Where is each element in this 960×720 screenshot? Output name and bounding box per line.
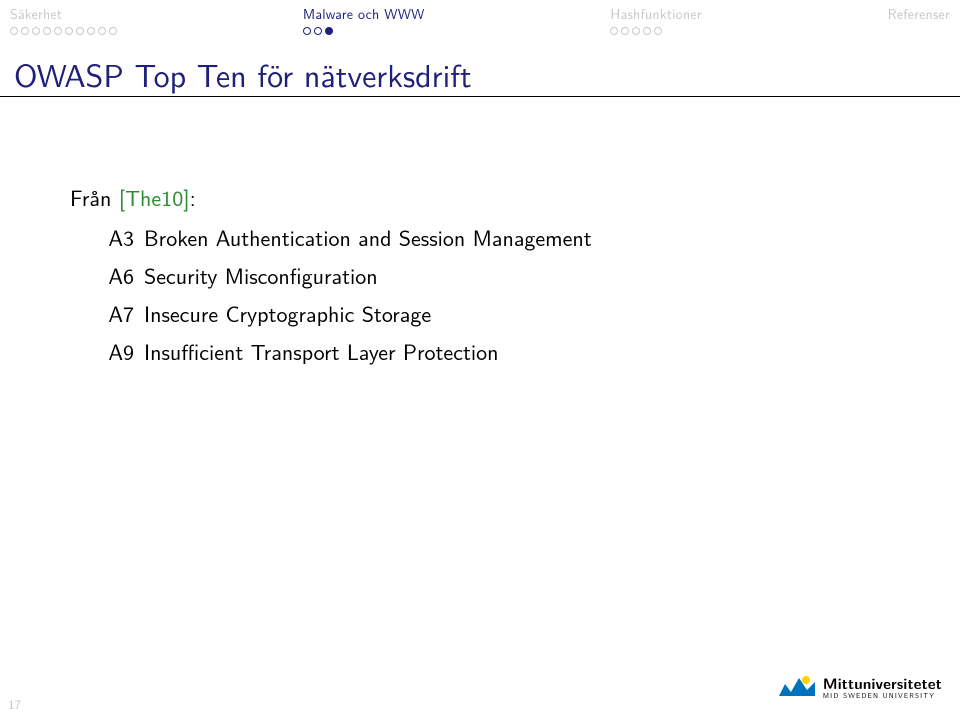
progress-dot[interactable]	[303, 27, 311, 35]
nav-label: Referenser	[888, 4, 950, 24]
item-key: A6	[70, 258, 144, 292]
progress-dot[interactable]	[43, 27, 51, 35]
nav-section-hash[interactable]: Hashfunktioner	[610, 4, 701, 35]
nav-progress-dots	[10, 26, 117, 35]
intro-suffix: :	[190, 181, 196, 213]
title-rule	[0, 96, 960, 97]
page-number: 17	[8, 695, 21, 714]
item-key: A9	[70, 334, 144, 368]
progress-dot[interactable]	[54, 27, 62, 35]
university-logo: Mittuniversitetet MID SWEDEN UNIVERSITY	[779, 674, 942, 702]
logo-name: Mittuniversitetet	[823, 676, 942, 691]
item-text: Insecure Cryptographic Storage	[144, 296, 900, 330]
item-key: A7	[70, 296, 144, 330]
progress-dot[interactable]	[10, 27, 18, 35]
nav-label: Malware och WWW	[303, 4, 425, 24]
intro-line: Från [The10]:	[70, 180, 900, 214]
progress-dot[interactable]	[21, 27, 29, 35]
nav-section-referenser[interactable]: Referenser	[888, 4, 950, 35]
item-text: Security Misconfiguration	[144, 258, 900, 292]
citation[interactable]: [The10]	[119, 181, 190, 213]
section-nav: Säkerhet Malware och WWW Hashfunktioner …	[0, 4, 960, 35]
list-item: A6 Security Misconfiguration	[70, 258, 900, 292]
nav-section-sakerhet[interactable]: Säkerhet	[10, 4, 117, 35]
logo-tagline: MID SWEDEN UNIVERSITY	[823, 693, 942, 700]
progress-dot[interactable]	[325, 27, 333, 35]
progress-dot[interactable]	[109, 27, 117, 35]
item-text: Broken Authentication and Session Manage…	[144, 220, 900, 254]
list-item: A9 Insufficient Transport Layer Protecti…	[70, 334, 900, 368]
progress-dot[interactable]	[621, 27, 629, 35]
progress-dot[interactable]	[98, 27, 106, 35]
nav-label: Säkerhet	[10, 4, 62, 24]
progress-dot[interactable]	[632, 27, 640, 35]
list-item: A7 Insecure Cryptographic Storage	[70, 296, 900, 330]
progress-dot[interactable]	[76, 27, 84, 35]
nav-label: Hashfunktioner	[610, 4, 701, 24]
progress-dot[interactable]	[643, 27, 651, 35]
logo-icon	[779, 674, 815, 702]
nav-progress-dots	[303, 26, 333, 35]
frame-title: OWASP Top Ten för nätverksdrift	[14, 50, 472, 97]
progress-dot[interactable]	[654, 27, 662, 35]
progress-dot[interactable]	[610, 27, 618, 35]
item-key: A3	[70, 220, 144, 254]
logo-text: Mittuniversitetet MID SWEDEN UNIVERSITY	[823, 676, 942, 700]
progress-dot[interactable]	[65, 27, 73, 35]
nav-section-malware[interactable]: Malware och WWW	[303, 4, 425, 35]
list-item: A3 Broken Authentication and Session Man…	[70, 220, 900, 254]
intro-prefix: Från	[70, 181, 119, 213]
slide-body: Från [The10]: A3 Broken Authentication a…	[70, 180, 900, 372]
item-list: A3 Broken Authentication and Session Man…	[70, 220, 900, 368]
progress-dot[interactable]	[32, 27, 40, 35]
progress-dot[interactable]	[87, 27, 95, 35]
nav-progress-dots	[610, 26, 662, 35]
item-text: Insufficient Transport Layer Protection	[144, 334, 900, 368]
progress-dot[interactable]	[314, 27, 322, 35]
